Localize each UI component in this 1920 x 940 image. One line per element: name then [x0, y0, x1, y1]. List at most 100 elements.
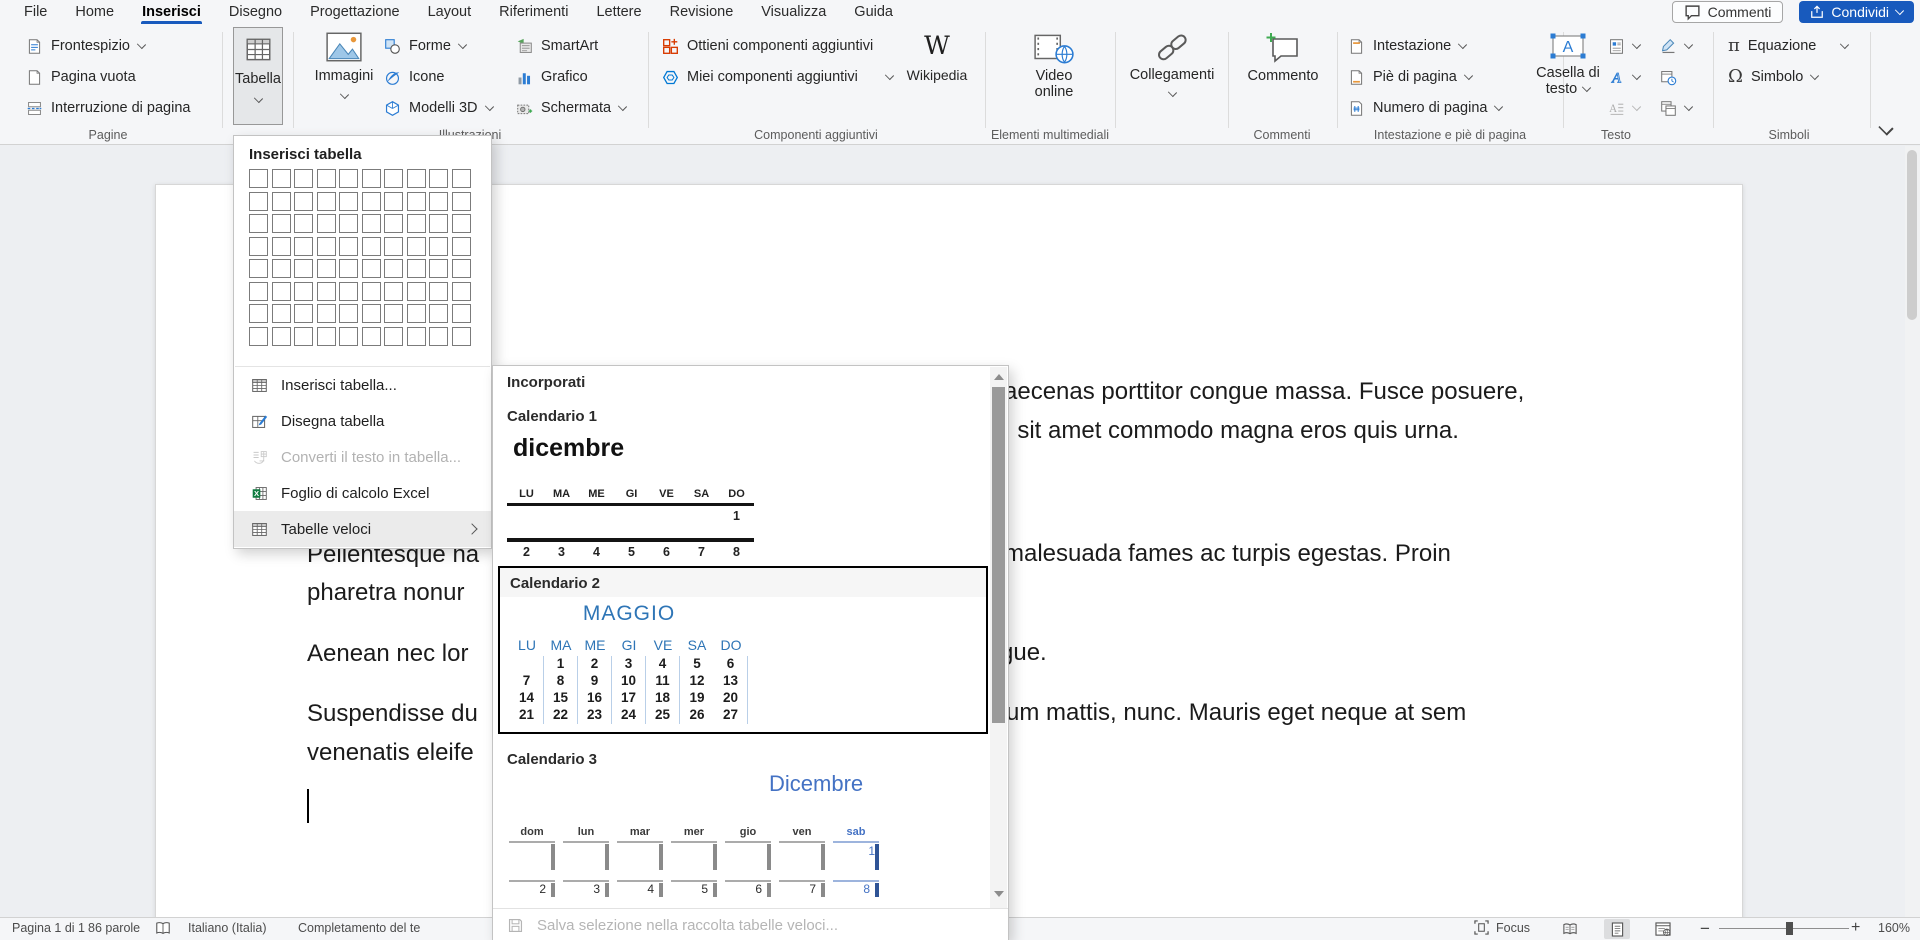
signature-line-button[interactable] [1660, 34, 1692, 58]
focus-button[interactable]: Focus [1474, 920, 1530, 935]
grid-cell[interactable] [429, 169, 448, 188]
grid-cell[interactable] [407, 214, 426, 233]
grid-cell[interactable] [249, 237, 268, 256]
grid-cell[interactable] [452, 169, 471, 188]
grid-cell[interactable] [294, 169, 313, 188]
grid-cell[interactable] [452, 192, 471, 211]
grid-cell[interactable] [294, 327, 313, 346]
grid-cell[interactable] [272, 282, 291, 301]
grid-cell[interactable] [249, 304, 268, 323]
grid-cell[interactable] [429, 304, 448, 323]
print-layout-button[interactable] [1604, 919, 1630, 939]
grid-cell[interactable] [452, 237, 471, 256]
grid-cell[interactable] [272, 327, 291, 346]
grid-cell[interactable] [452, 282, 471, 301]
tab-visualizza[interactable]: Visualizza [747, 0, 840, 24]
grid-cell[interactable] [339, 214, 358, 233]
grid-cell[interactable] [384, 169, 403, 188]
grid-cell[interactable] [317, 327, 336, 346]
grid-cell[interactable] [384, 237, 403, 256]
grid-cell[interactable] [339, 237, 358, 256]
calendar2-gallery-item-selected[interactable]: Calendario 2 MAGGIO LUMAMEGIVESADO 12345… [498, 566, 988, 734]
menu-item-draw-table[interactable]: Disegna tabella [234, 403, 491, 439]
scrollbar-thumb[interactable] [992, 387, 1005, 723]
tab-inserisci[interactable]: Inserisci [128, 0, 215, 24]
text-box-button[interactable]: A Casella di testo [1534, 31, 1602, 97]
grid-cell[interactable] [339, 327, 358, 346]
grid-cell[interactable] [452, 304, 471, 323]
grid-cell[interactable] [317, 304, 336, 323]
tab-lettere[interactable]: Lettere [582, 0, 655, 24]
grid-cell[interactable] [384, 282, 403, 301]
document-scrollbar[interactable] [1905, 146, 1920, 917]
get-addins-button[interactable]: Ottieni componenti aggiuntivi [662, 34, 873, 58]
header-button[interactable]: Intestazione [1348, 34, 1466, 58]
word-count[interactable]: 86 parole [88, 921, 140, 935]
zoom-slider-thumb[interactable] [1786, 922, 1793, 935]
grid-cell[interactable] [249, 192, 268, 211]
page-count[interactable]: Pagina 1 di 1 [12, 921, 85, 935]
tab-revisione[interactable]: Revisione [656, 0, 748, 24]
read-mode-button[interactable] [1557, 919, 1583, 939]
drop-cap-button[interactable]: A [1608, 96, 1640, 120]
comments-button[interactable]: Commenti [1672, 1, 1784, 23]
grid-cell[interactable] [429, 282, 448, 301]
submenu-scrollbar[interactable] [990, 367, 1007, 908]
grid-cell[interactable] [407, 282, 426, 301]
grid-cell[interactable] [294, 304, 313, 323]
grid-cell[interactable] [362, 214, 381, 233]
grid-cell[interactable] [272, 304, 291, 323]
grid-cell[interactable] [407, 259, 426, 278]
page-break-button[interactable]: Interruzione di pagina [26, 96, 190, 120]
chart-button[interactable]: Grafico [516, 65, 588, 89]
web-layout-button[interactable] [1650, 919, 1676, 939]
grid-cell[interactable] [407, 192, 426, 211]
grid-cell[interactable] [407, 169, 426, 188]
grid-cell[interactable] [272, 259, 291, 278]
smartart-button[interactable]: SmartArt [516, 34, 598, 58]
grid-cell[interactable] [384, 214, 403, 233]
equation-button[interactable]: π Equazione [1728, 34, 1816, 58]
grid-cell[interactable] [384, 304, 403, 323]
tab-disegno[interactable]: Disegno [215, 0, 296, 24]
icons-button[interactable]: Icone [384, 65, 444, 89]
pictures-button[interactable]: Immagini [314, 31, 374, 98]
grid-cell[interactable] [272, 192, 291, 211]
share-button[interactable]: Condividi [1799, 1, 1914, 23]
grid-cell[interactable] [362, 237, 381, 256]
grid-cell[interactable] [317, 214, 336, 233]
grid-cell[interactable] [362, 169, 381, 188]
grid-cell[interactable] [384, 327, 403, 346]
grid-cell[interactable] [317, 192, 336, 211]
grid-cell[interactable] [272, 214, 291, 233]
grid-cell[interactable] [317, 282, 336, 301]
grid-cell[interactable] [339, 304, 358, 323]
grid-cell[interactable] [429, 192, 448, 211]
table-button[interactable]: Tabella [233, 27, 283, 125]
symbol-button[interactable]: Ω Simbolo [1728, 65, 1818, 89]
grid-cell[interactable] [429, 214, 448, 233]
grid-cell[interactable] [249, 259, 268, 278]
my-addins-button[interactable]: Miei componenti aggiuntivi [662, 65, 858, 89]
scroll-down-icon[interactable] [994, 891, 1004, 897]
object-button[interactable] [1660, 96, 1692, 120]
grid-cell[interactable] [272, 237, 291, 256]
menu-item-quick-tables[interactable]: Tabelle veloci [234, 511, 491, 547]
zoom-level[interactable]: 160% [1878, 921, 1910, 935]
screenshot-button[interactable]: Schermata [516, 96, 626, 120]
grid-cell[interactable] [249, 327, 268, 346]
tab-layout[interactable]: Layout [414, 0, 486, 24]
3d-models-button[interactable]: Modelli 3D [384, 96, 493, 120]
zoom-in-button[interactable]: + [1851, 919, 1860, 937]
menu-item-insert-table[interactable]: Inserisci tabella... [234, 367, 491, 403]
grid-cell[interactable] [362, 282, 381, 301]
new-comment-button[interactable]: Commento [1240, 31, 1326, 84]
grid-cell[interactable] [339, 282, 358, 301]
menu-item-excel-spreadsheet[interactable]: X Foglio di calcolo Excel [234, 475, 491, 511]
grid-cell[interactable] [249, 169, 268, 188]
grid-cell[interactable] [294, 192, 313, 211]
grid-cell[interactable] [407, 237, 426, 256]
collapse-ribbon-chevron-icon[interactable] [1878, 120, 1893, 135]
table-size-grid[interactable] [249, 169, 471, 346]
language-indicator[interactable]: Italiano (Italia) [188, 921, 267, 935]
